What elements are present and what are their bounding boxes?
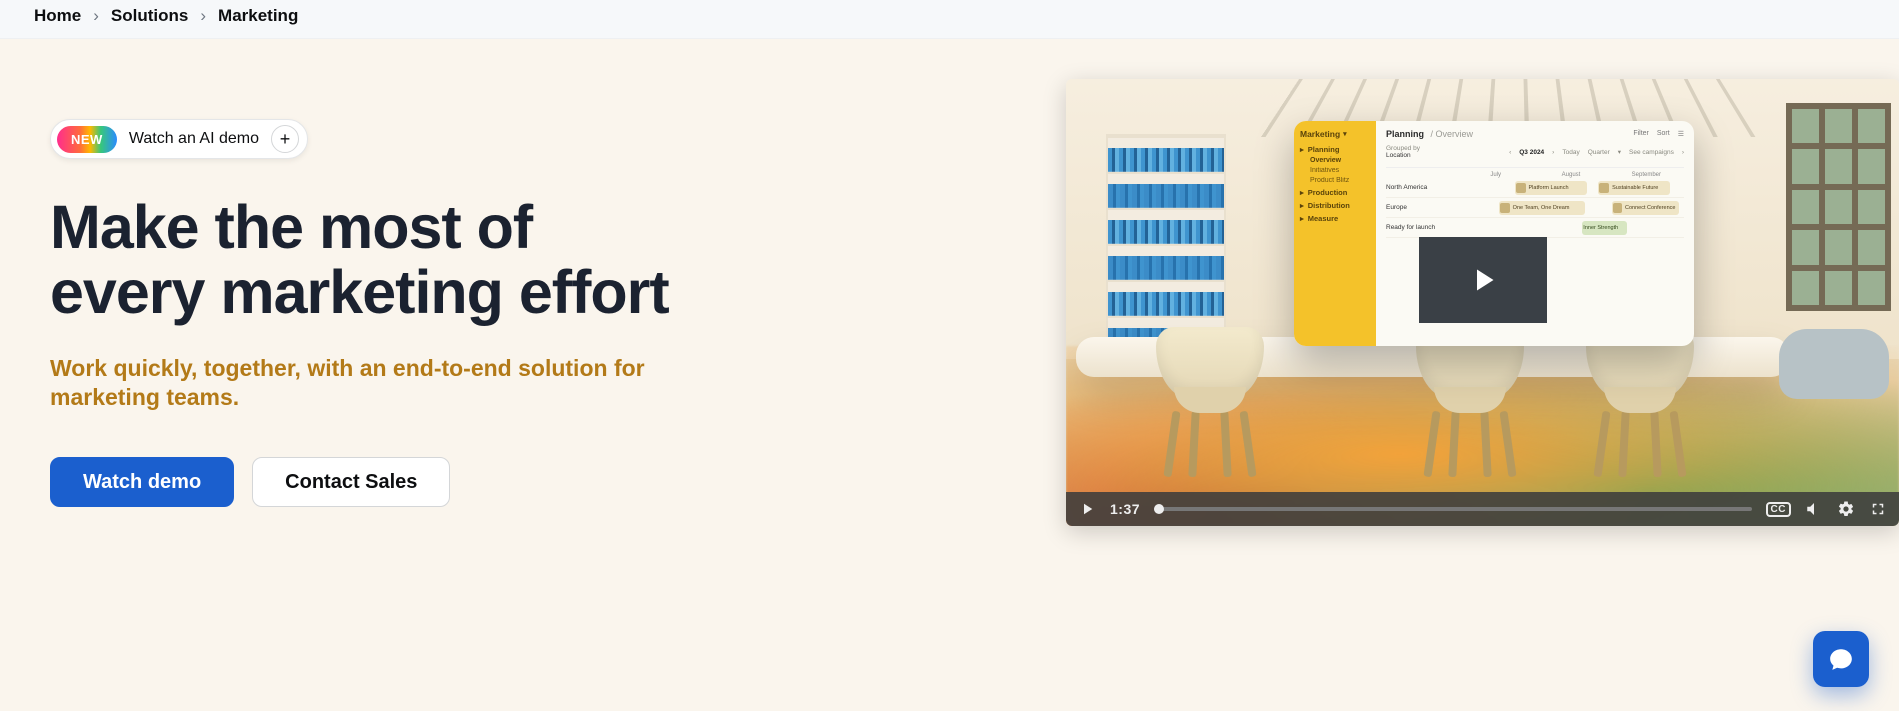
timeline-row-label: Ready for launch — [1386, 224, 1458, 231]
chevron-right-icon: › — [200, 6, 206, 26]
sidebar-item: Product Blitz — [1310, 177, 1370, 184]
timeline-row-label: Europe — [1386, 204, 1458, 211]
new-badge: NEW — [57, 126, 117, 153]
fullscreen-icon — [1869, 500, 1887, 518]
play-button[interactable] — [1419, 237, 1547, 323]
sidebar-section-distribution: ▸ Distribution — [1300, 201, 1370, 210]
quarter-label: Q3 2024 — [1519, 149, 1544, 156]
volume-button[interactable] — [1805, 500, 1823, 518]
gear-icon — [1837, 500, 1855, 518]
sidebar-section-measure: ▸ Measure — [1300, 214, 1370, 223]
sidebar-section-production: ▸ Production — [1300, 188, 1370, 197]
breadcrumb: Home › Solutions › Marketing — [0, 0, 1899, 39]
play-pause-button[interactable] — [1078, 500, 1096, 518]
breadcrumb-solutions[interactable]: Solutions — [111, 6, 188, 26]
ai-demo-pill[interactable]: NEW Watch an AI demo + — [50, 119, 308, 159]
video-scrubber[interactable] — [1154, 507, 1752, 511]
chevron-right-icon: › — [93, 6, 99, 26]
chat-fab[interactable] — [1813, 631, 1869, 687]
breadcrumb-current: Marketing — [218, 6, 298, 26]
breadcrumb-home[interactable]: Home — [34, 6, 81, 26]
play-icon — [1078, 500, 1096, 518]
sidebar-item-overview: Overview — [1310, 157, 1370, 164]
settings-button[interactable] — [1837, 500, 1855, 518]
watch-demo-button[interactable]: Watch demo — [50, 457, 234, 507]
fullscreen-button[interactable] — [1869, 500, 1887, 518]
play-icon — [1465, 262, 1501, 298]
sidebar-item: Initiatives — [1310, 167, 1370, 174]
chat-icon — [1828, 646, 1854, 672]
ai-demo-label: Watch an AI demo — [129, 130, 259, 148]
sidebar-section-planning: ▸ Planning — [1300, 145, 1370, 154]
plus-icon: + — [271, 125, 299, 153]
captions-button[interactable]: CC — [1766, 502, 1791, 517]
timeline-row-label: North America — [1386, 184, 1458, 191]
workspace-switcher: Marketing — [1300, 129, 1370, 139]
filter-button: Filter — [1633, 130, 1649, 138]
more-icon: ☰ — [1678, 130, 1684, 138]
video-controls: 1:37 CC — [1066, 492, 1899, 526]
hero-subtitle: Work quickly, together, with an end-to-e… — [50, 354, 670, 414]
sort-button: Sort — [1657, 130, 1670, 138]
hero-title: Make the most of every marketing effort — [50, 195, 670, 326]
app-crumb: Planning — [1386, 129, 1424, 139]
video-time: 1:37 — [1110, 501, 1140, 517]
volume-icon — [1805, 500, 1823, 518]
hero-video[interactable]: Marketing ▸ Planning Overview Initiative… — [1066, 79, 1899, 526]
contact-sales-button[interactable]: Contact Sales — [252, 457, 450, 507]
